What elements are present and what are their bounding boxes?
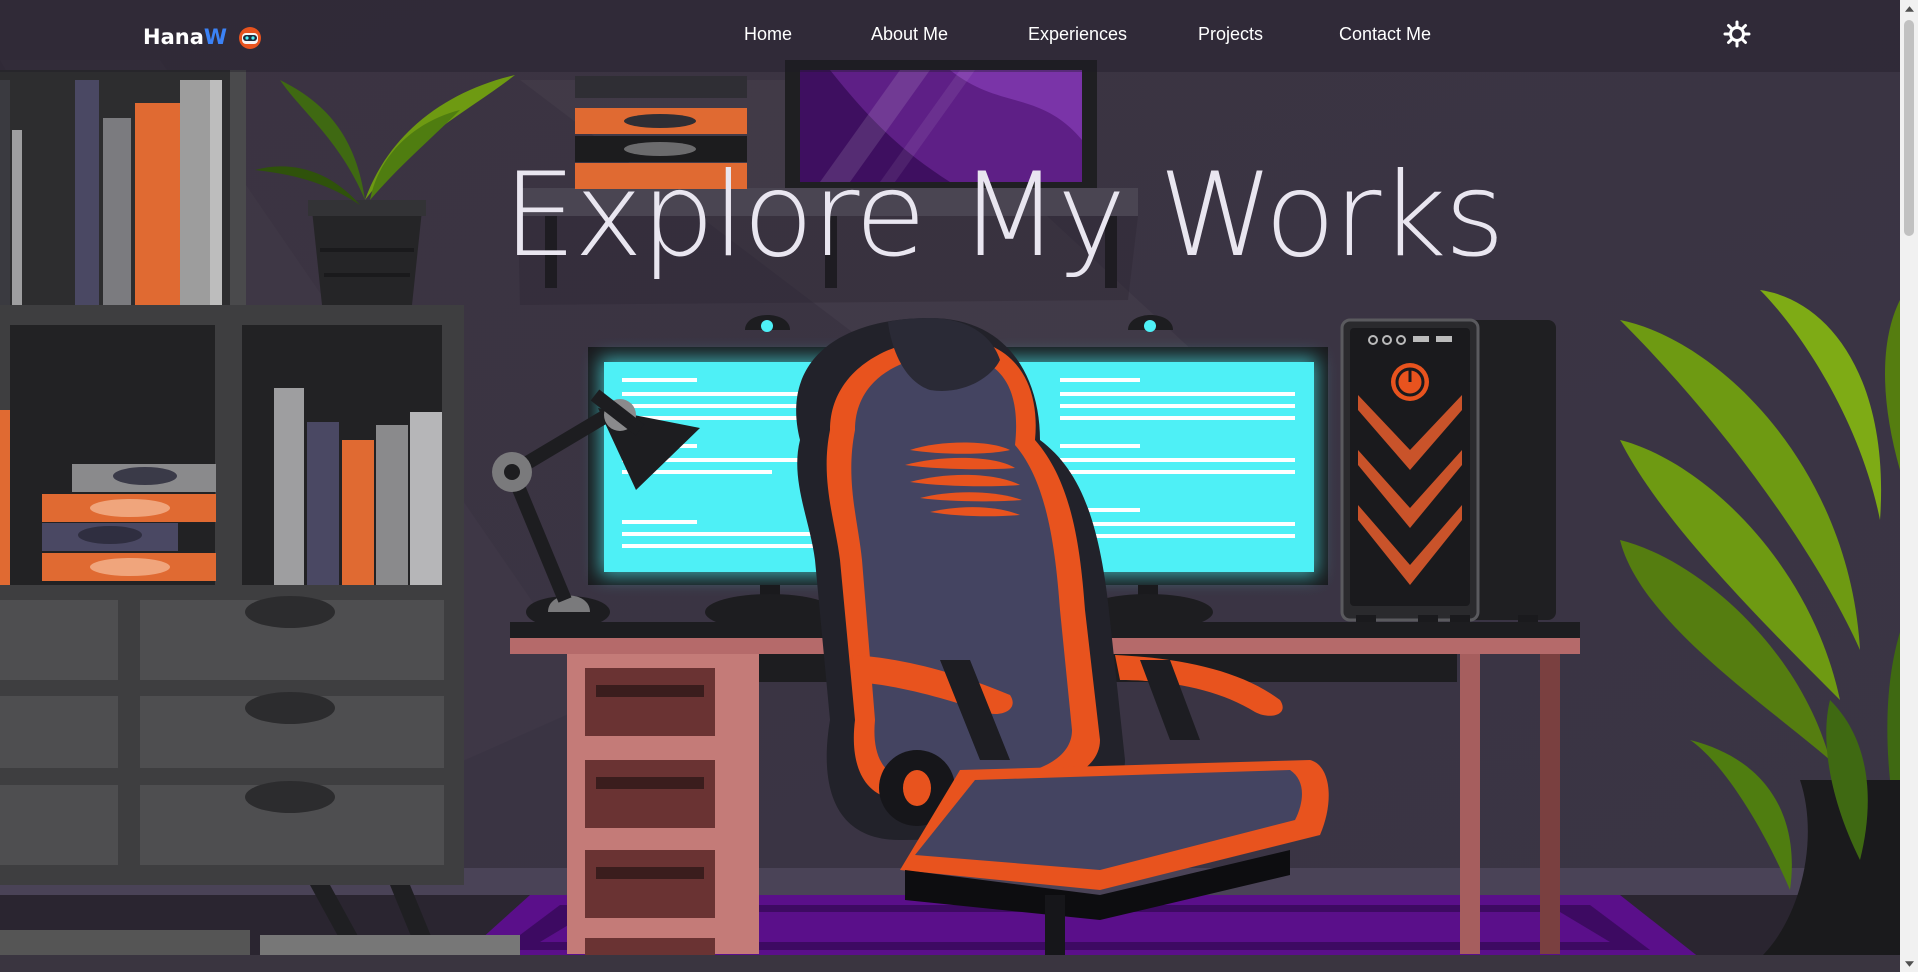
nav-item-about-me[interactable]: About Me [871,24,948,45]
book [103,118,131,305]
book [0,80,10,305]
gaming-room-illustration [0,0,1918,972]
nav-item-contact-me[interactable]: Contact Me [1339,24,1431,45]
floor-stripe [0,930,250,958]
plant-pot-rim [308,200,426,216]
nav-item-experiences[interactable]: Experiences [1028,24,1127,45]
book-stack-hole [90,558,170,576]
cabinet-divider [220,320,238,590]
drawer [0,785,118,865]
scroll-down-icon[interactable] [1900,955,1918,972]
book-stack-hole [113,467,177,485]
book-stack-hole [78,526,142,544]
book [410,412,442,585]
book [210,80,222,305]
book [376,425,408,585]
sun-icon [1723,20,1751,48]
drawer [0,600,118,680]
hero-title: Explore My Works [503,148,1505,283]
plant-pot [312,210,422,305]
shelf-side [230,70,246,310]
shelf-book-stack [575,76,747,98]
drawer-handle [245,781,335,813]
book [12,130,22,305]
theme-toggle-button[interactable] [1723,20,1751,48]
horizontal-scrollbar-track [0,955,1900,972]
pc-tower [1340,318,1556,623]
nav-links: Home About Me Experiences Projects Conta… [0,24,1900,48]
drawer [0,696,118,768]
nav-item-home[interactable]: Home [744,24,792,45]
drawer-handle [245,692,335,724]
book [342,440,374,585]
book [307,422,339,585]
book [274,388,304,585]
book [75,80,99,305]
vertical-scrollbar-thumb[interactable] [1904,20,1914,236]
book-stack-hole [90,499,170,517]
book [135,103,183,305]
scroll-up-icon[interactable] [1900,0,1918,17]
book [0,410,10,585]
navbar: HanaW Home About Me Experiences Projects… [0,0,1900,72]
nav-item-projects[interactable]: Projects [1198,24,1263,45]
drawer-handle [245,596,335,628]
